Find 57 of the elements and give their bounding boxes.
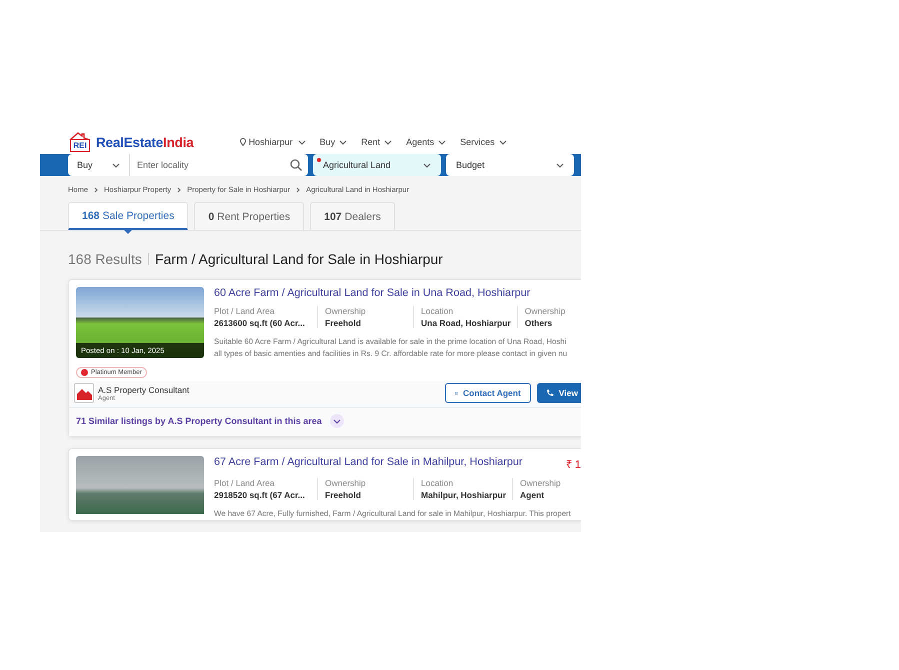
fact-label: Ownership [524, 306, 566, 316]
fact-label: Ownership [325, 306, 367, 316]
fact-value: Freehold [325, 490, 362, 500]
fact-value: Mahilpur, Hoshiarpur [421, 490, 506, 500]
contact-agent-button[interactable]: Contact Agent [444, 383, 531, 403]
search-icon[interactable] [290, 159, 302, 172]
expand-button[interactable] [330, 414, 344, 428]
photo-placeholder[interactable] [76, 456, 204, 514]
chevron-down-icon [298, 140, 306, 145]
location-pin-icon [240, 138, 246, 146]
phone-icon [546, 389, 554, 397]
logo-badge-text: REI [72, 140, 88, 152]
price: ₹ 1 [566, 458, 581, 471]
location-selector[interactable]: Hoshiarpur [248, 137, 306, 148]
fact-label: Location [421, 306, 454, 316]
agent-name[interactable]: A.S Property Consultant [98, 384, 439, 394]
chevron-down-icon [112, 162, 120, 168]
chevron-down-icon [423, 162, 431, 168]
listing-title[interactable]: 67 Acre Farm / Agricultural Land for Sale in Mahilpur, Hoshiarpur [214, 456, 522, 471]
listing-title[interactable]: 60 Acre Farm / Agricultural Land for Sale in Una Road, Hoshiarpur [214, 287, 530, 299]
locality-input[interactable]: Enter locality [130, 154, 288, 176]
nav-menu[interactable]: Buy [320, 137, 348, 148]
chevron-down-icon [332, 418, 341, 424]
chevron-down-icon [438, 140, 446, 145]
fact-value: Freehold [325, 318, 362, 328]
chevron-right-icon [296, 186, 300, 193]
fact-label: Location [421, 478, 454, 488]
fact-label: Ownership [520, 478, 562, 488]
fact-value: 2613600 sq.ft (60 Acr... [214, 318, 306, 328]
results-heading: Farm / Agricultural Land for Sale in Hoshiarpur [154, 251, 443, 267]
fact-value: 2918520 sq.ft (67 Acr... [214, 490, 306, 500]
required-dot-icon [317, 158, 321, 162]
chevron-right-icon [177, 186, 182, 193]
chevron-down-icon [556, 162, 564, 168]
similar-listings-link[interactable]: 71 Similar listings by A.S Property Consultant in this area [76, 416, 322, 426]
listing-tab[interactable]: 107 Dealers [310, 202, 395, 230]
fact-value: Una Road, Hoshiarpur [421, 318, 511, 328]
fact-label: Plot / Land Area [214, 478, 276, 488]
nav-menu[interactable]: Agents [406, 137, 446, 148]
fact-value: Agent [520, 490, 546, 500]
chevron-down-icon [339, 140, 348, 145]
fact-label: Ownership [325, 478, 367, 488]
fact-value: Others [524, 318, 554, 328]
buy-dropdown[interactable]: Buy [68, 154, 130, 176]
mail-icon [454, 390, 458, 396]
chevron-down-icon [384, 140, 392, 145]
listing-tab[interactable]: 0 Rent Properties [194, 202, 304, 230]
logo-text[interactable]: RealEstateIndia [96, 134, 194, 150]
fact-label: Plot / Land Area [214, 306, 276, 316]
budget-dropdown[interactable]: Budget [446, 154, 574, 176]
results-count: 168 Results [68, 251, 142, 267]
chevron-right-icon [94, 186, 98, 193]
nav-menu[interactable]: Services [460, 137, 507, 148]
nav-menu[interactable]: Rent [361, 137, 392, 148]
chevron-down-icon [498, 140, 507, 145]
property-type-dropdown[interactable]: Agricultural Land [313, 154, 441, 176]
view-phone-button[interactable]: View [536, 383, 581, 403]
